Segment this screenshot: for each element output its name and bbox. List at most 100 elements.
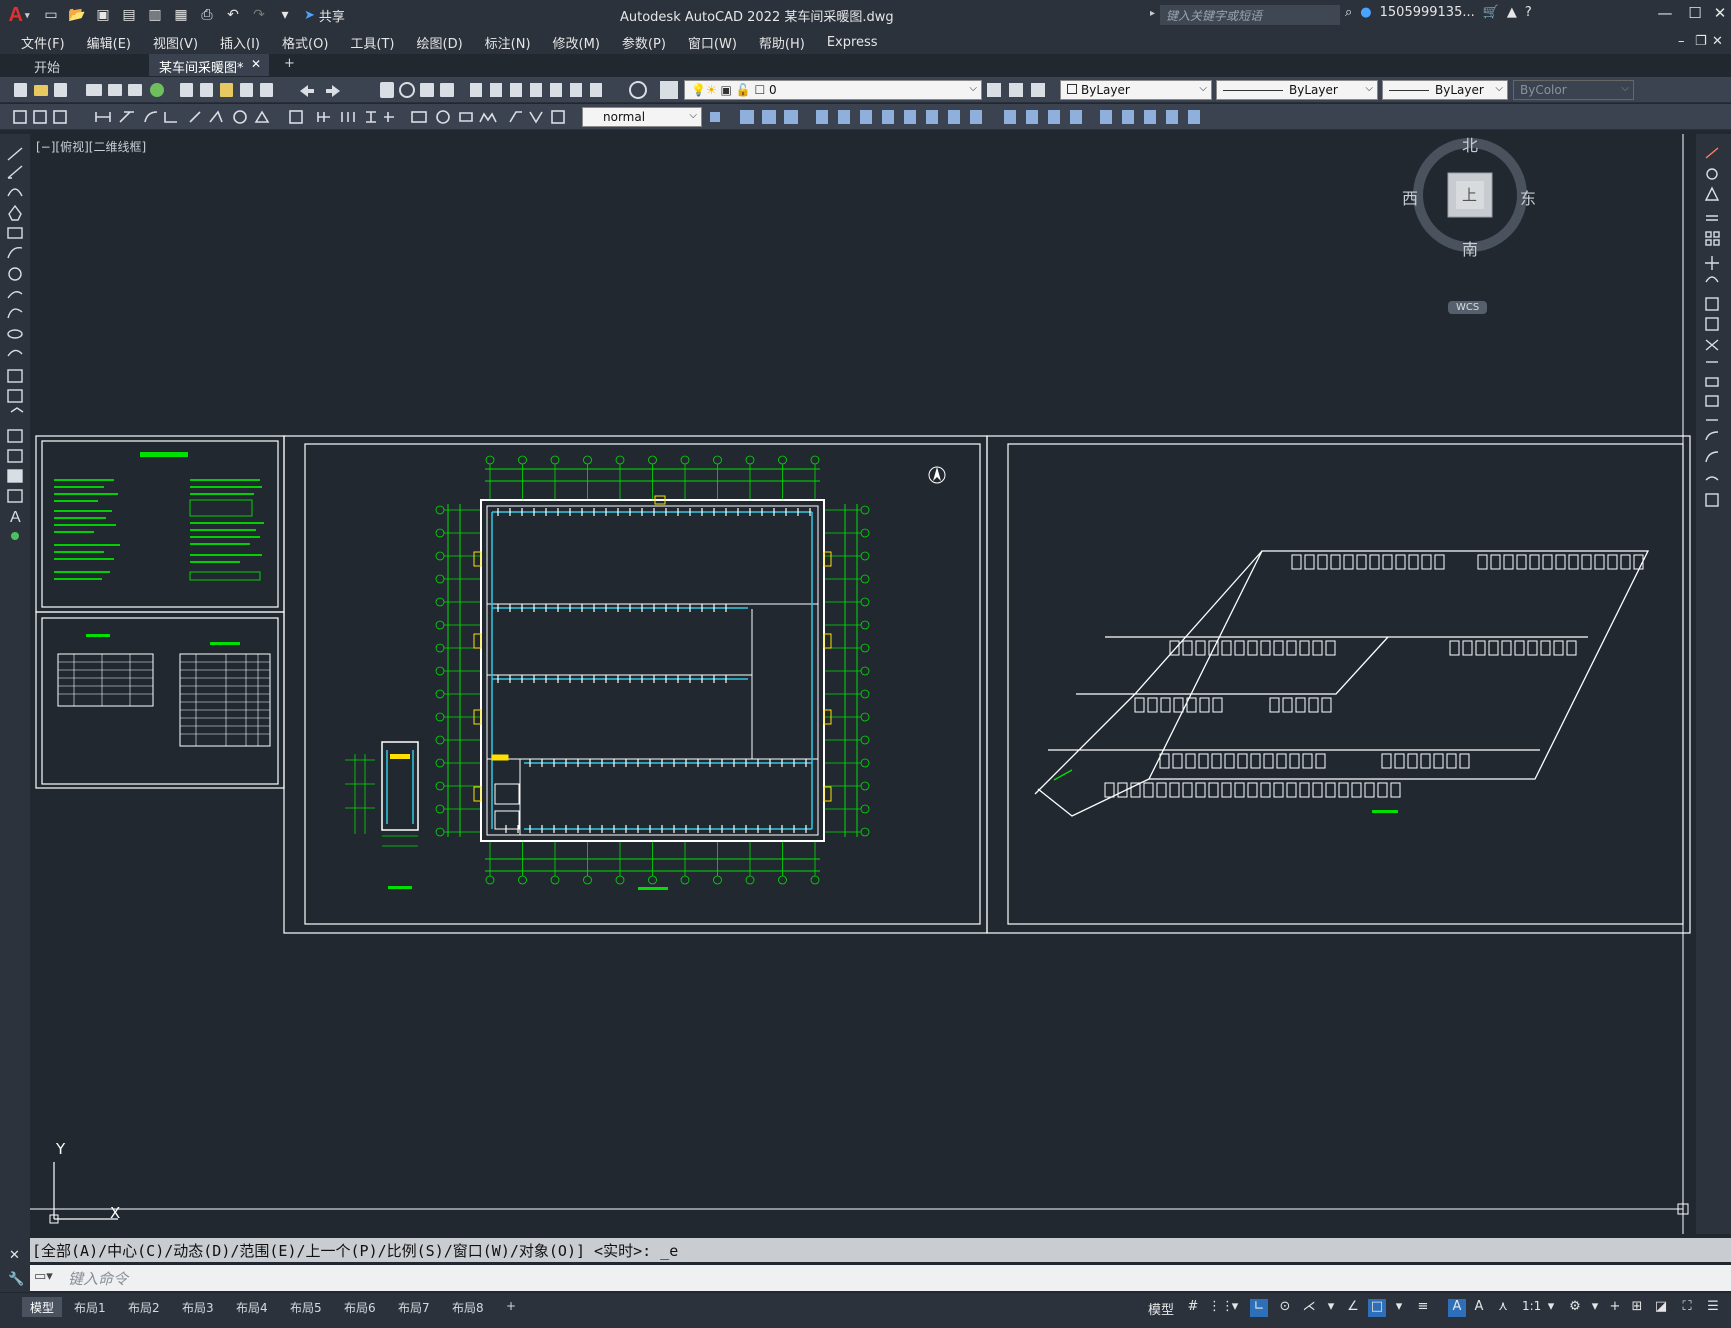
object-snap-icon[interactable]: □: [1368, 1299, 1386, 1317]
doc-restore-icon[interactable]: ❐: [1695, 34, 1707, 49]
plot-icon[interactable]: ⎙: [196, 4, 218, 26]
menu-tools[interactable]: 工具(T): [339, 33, 405, 52]
command-line-grip[interactable]: ✕ 🔧: [0, 1234, 30, 1292]
user-icon[interactable]: ●: [1360, 5, 1371, 20]
command-input[interactable]: 键入命令: [68, 1268, 128, 1289]
user-name[interactable]: 1505999135...: [1380, 5, 1475, 20]
add-layout-icon[interactable]: +: [498, 1297, 524, 1317]
menu-insert[interactable]: 插入(I): [209, 33, 271, 52]
save-as-icon[interactable]: ▤: [118, 4, 140, 26]
modify-toolbar-icons[interactable]: [706, 104, 1216, 130]
auto-scale-icon[interactable]: A: [1470, 1299, 1488, 1317]
menu-express[interactable]: Express: [816, 35, 889, 50]
draw-tool-icons[interactable]: A: [0, 134, 30, 594]
snap-menu-icon[interactable]: ▾: [1226, 1299, 1244, 1317]
tab-layout4[interactable]: 布局4: [228, 1297, 276, 1317]
workspace-menu-icon[interactable]: ▾: [1586, 1299, 1604, 1317]
ortho-icon[interactable]: ∟: [1250, 1299, 1268, 1317]
save-icon[interactable]: ▣: [92, 4, 114, 26]
viewcube[interactable]: 北 南 东 西 上 WCS: [1390, 134, 1550, 314]
new-file-icon[interactable]: ▭: [40, 4, 62, 26]
customize-statusbar-icon[interactable]: ☰: [1704, 1299, 1722, 1317]
open-web-icon[interactable]: ▥: [144, 4, 166, 26]
menu-view[interactable]: 视图(V): [142, 33, 209, 52]
menu-parametric[interactable]: 参数(P): [611, 33, 677, 52]
help-icon[interactable]: ?: [1525, 5, 1532, 20]
doc-close-icon[interactable]: ✕: [1712, 34, 1723, 49]
object-snap-tracking-icon[interactable]: ∠: [1344, 1299, 1362, 1317]
tab-layout8[interactable]: 布局8: [444, 1297, 492, 1317]
layer-dropdown[interactable]: 💡☀ ▣ 🔓 ☐ 0 ⌵: [684, 80, 982, 100]
annotation-scale[interactable]: 1:1: [1522, 1299, 1541, 1313]
viewcube-north[interactable]: 北: [1462, 134, 1478, 156]
menu-format[interactable]: 格式(O): [271, 33, 339, 52]
tab-layout2[interactable]: 布局2: [120, 1297, 168, 1317]
polar-icon[interactable]: ⊙: [1276, 1299, 1294, 1317]
open-file-icon[interactable]: 📂: [66, 4, 88, 26]
isodraft-icon[interactable]: ⋌: [1300, 1299, 1318, 1317]
menu-modify[interactable]: 修改(M): [542, 33, 611, 52]
drawing-canvas[interactable]: [−][俯视][二维线框] 北 南 东 西 上 WCS Y X: [30, 134, 1696, 1234]
tab-layout6[interactable]: 布局6: [336, 1297, 384, 1317]
tab-layout3[interactable]: 布局3: [174, 1297, 222, 1317]
viewcube-east[interactable]: 东: [1520, 185, 1536, 209]
search-icon[interactable]: ⌕: [1345, 5, 1352, 20]
expand-search-icon[interactable]: ▸: [1150, 8, 1155, 19]
autodesk-app-icon[interactable]: ▲: [1507, 5, 1517, 20]
snap-icon[interactable]: ⋮⋮: [1208, 1299, 1234, 1317]
viewcube-top-face[interactable]: 上: [1462, 184, 1477, 205]
isodraft-menu-icon[interactable]: ▾: [1322, 1299, 1340, 1317]
menu-window[interactable]: 窗口(W): [677, 33, 748, 52]
viewcube-south[interactable]: 南: [1462, 236, 1478, 260]
customize-command-icon[interactable]: 🔧: [8, 1272, 24, 1287]
lineweight-icon[interactable]: ≡: [1414, 1299, 1432, 1317]
menu-help[interactable]: 帮助(H): [748, 33, 816, 52]
layer-tools-icons[interactable]: [985, 81, 1049, 99]
isolate-objects-icon[interactable]: ◪: [1652, 1299, 1670, 1317]
share-button[interactable]: ➤ 共享: [304, 6, 345, 25]
wcs-menu[interactable]: WCS: [1448, 301, 1488, 314]
clean-screen-icon[interactable]: ⛶: [1678, 1299, 1696, 1317]
search-input[interactable]: 键入关键字或短语: [1160, 5, 1340, 25]
workspace-gear-icon[interactable]: ⚙: [1566, 1299, 1584, 1317]
cart-icon[interactable]: 🛒: [1483, 5, 1499, 20]
redo-icon[interactable]: ↷: [248, 4, 270, 26]
tab-drawing[interactable]: 某车间采暖图* ✕: [149, 54, 269, 76]
close-tab-icon[interactable]: ✕: [251, 57, 261, 71]
close-command-icon[interactable]: ✕: [9, 1248, 20, 1263]
model-space-button[interactable]: 模型: [1148, 1299, 1174, 1318]
text-style-dropdown[interactable]: normal ⌵: [582, 107, 702, 127]
undo-icon[interactable]: ↶: [222, 4, 244, 26]
scale-menu-icon[interactable]: ▾: [1542, 1299, 1560, 1317]
object-snap-menu-icon[interactable]: ▾: [1390, 1299, 1408, 1317]
menu-edit[interactable]: 编辑(E): [76, 33, 142, 52]
units-icon[interactable]: ⊞: [1628, 1299, 1646, 1317]
new-tab-icon[interactable]: +: [278, 54, 304, 76]
modify-tool-icons[interactable]: [1696, 134, 1731, 534]
command-input-bar[interactable]: ▭▾ 键入命令: [30, 1265, 1731, 1291]
grid-icon[interactable]: #: [1184, 1299, 1202, 1317]
menu-file[interactable]: 文件(F): [10, 33, 76, 52]
save-web-icon[interactable]: ▦: [170, 4, 192, 26]
annotation-scale-icon[interactable]: ⋏: [1494, 1299, 1512, 1317]
standard-toolbar-icons[interactable]: [0, 77, 660, 103]
color-dropdown[interactable]: ByLayer ⌵: [1060, 80, 1212, 100]
tab-layout5[interactable]: 布局5: [282, 1297, 330, 1317]
lineweight-dropdown[interactable]: ByLayer ⌵: [1382, 80, 1508, 100]
tab-layout7[interactable]: 布局7: [390, 1297, 438, 1317]
layer-properties-icon[interactable]: [660, 81, 678, 99]
tab-model[interactable]: 模型: [22, 1297, 63, 1317]
tab-start[interactable]: 开始: [24, 54, 149, 76]
autocad-logo-icon[interactable]: A ▾: [0, 0, 38, 30]
dimension-toolbar-icons[interactable]: [0, 104, 580, 130]
minimize-icon[interactable]: —: [1650, 4, 1680, 26]
linetype-dropdown[interactable]: ByLayer ⌵: [1216, 80, 1378, 100]
viewcube-west[interactable]: 西: [1402, 185, 1418, 209]
menu-draw[interactable]: 绘图(D): [406, 33, 474, 52]
tab-layout1[interactable]: 布局1: [66, 1297, 114, 1317]
customize-qat-icon[interactable]: ▾: [274, 4, 296, 26]
annotation-visibility-icon[interactable]: A: [1448, 1299, 1466, 1317]
recent-commands-icon[interactable]: ▭▾: [34, 1269, 53, 1284]
annotation-monitor-icon[interactable]: +: [1606, 1299, 1624, 1317]
menu-dimension[interactable]: 标注(N): [474, 33, 542, 52]
